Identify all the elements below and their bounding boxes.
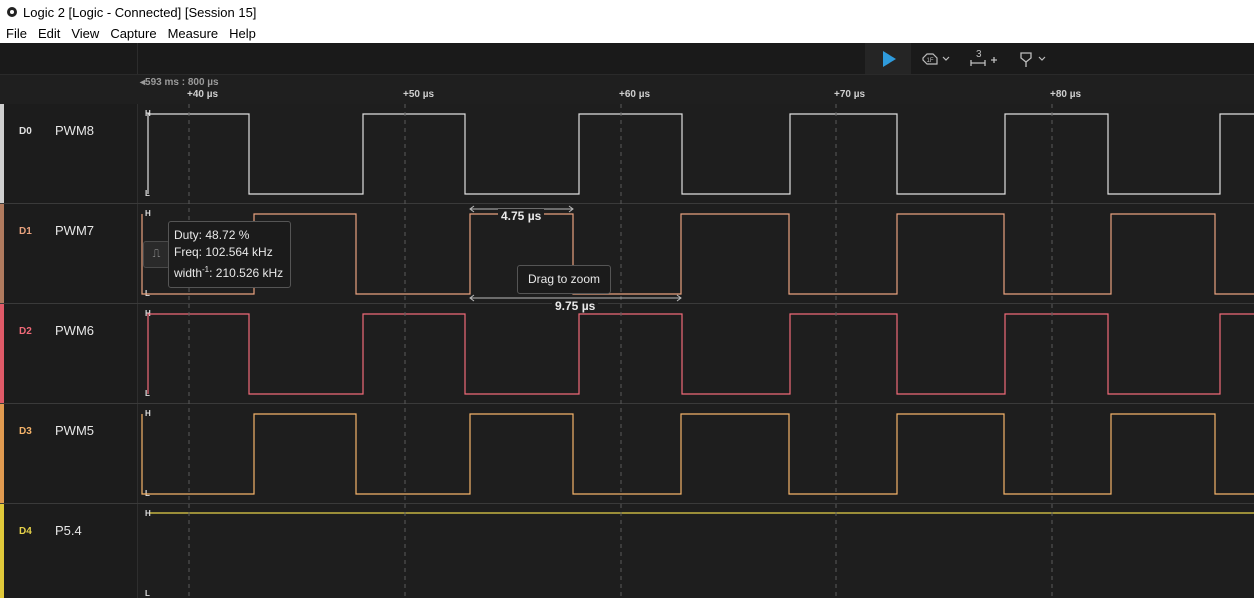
drag-hint-text: Drag to zoom xyxy=(528,272,601,286)
width-value: : 210.526 kHz xyxy=(209,266,284,280)
period-measurement: 9.75 µs xyxy=(552,299,599,313)
drag-to-zoom-hint: Drag to zoom xyxy=(517,265,612,294)
measurement-pin-button[interactable]: ⎍ xyxy=(143,241,170,268)
freq-value: Freq: 102.564 kHz xyxy=(174,245,273,259)
pulse-icon: ⎍ xyxy=(152,248,161,260)
width-inverse-value: width-1: 210.526 kHz xyxy=(174,261,285,282)
pulse-width-measurement: 4.75 µs xyxy=(498,209,545,223)
measurement-overlay xyxy=(469,205,682,302)
measurement-tooltip: Duty: 48.72 % Freq: 102.564 kHz width-1:… xyxy=(168,221,291,288)
duty-value: Duty: 48.72 % xyxy=(174,228,250,242)
width-prefix: width xyxy=(174,266,203,280)
